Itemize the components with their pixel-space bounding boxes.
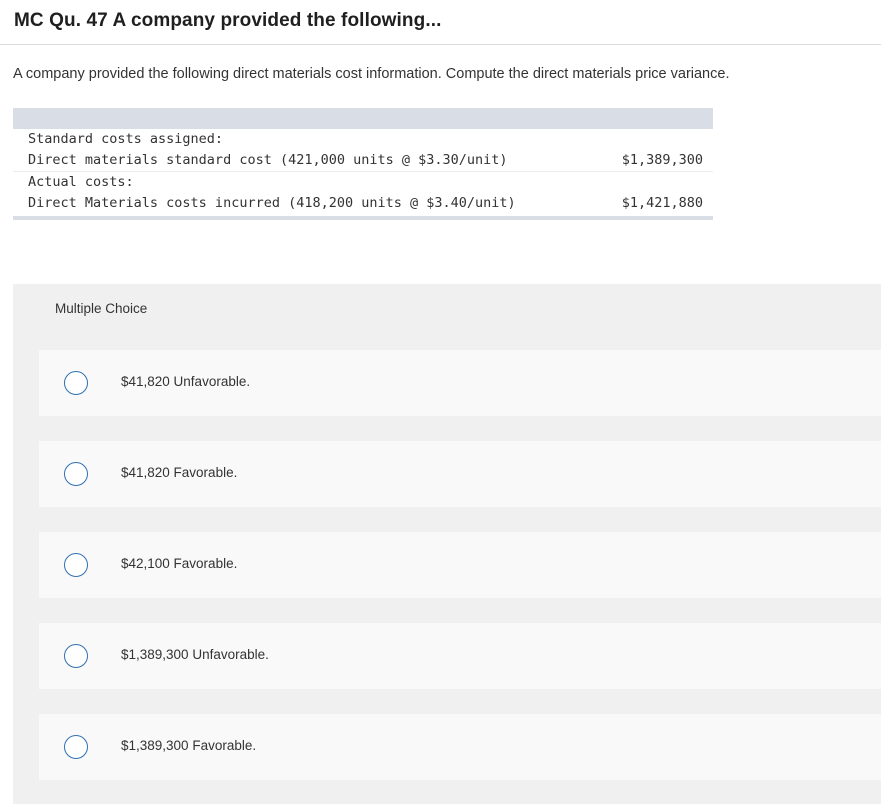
choice-label: $1,389,300 Favorable. [121,738,257,753]
choice-label: $41,820 Favorable. [121,465,238,480]
radio-button[interactable] [64,462,88,486]
question-title: MC Qu. 47 A company provided the followi… [14,10,442,31]
radio-button[interactable] [64,644,88,668]
choice-label: $41,820 Unfavorable. [121,374,251,389]
multiple-choice-header: Multiple Choice [55,301,148,316]
question-text: A company provided the following direct … [13,66,730,82]
radio-button[interactable] [64,553,88,577]
radio-button[interactable] [64,735,88,759]
row-label: Standard costs assigned: [28,131,224,147]
question-page: MC Qu. 47 A company provided the followi… [0,0,881,804]
choice-option-3[interactable]: $42,100 Favorable. [39,532,881,598]
choice-option-4[interactable]: $1,389,300 Unfavorable. [39,623,881,689]
choice-label: $42,100 Favorable. [121,556,238,571]
row-label: Actual costs: [28,174,134,190]
cost-information-table: Standard costs assigned: Direct material… [13,108,713,220]
row-amount: $1,389,300 [621,152,703,168]
table-row: Direct materials standard cost (421,000 … [13,150,713,172]
row-label: Direct Materials costs incurred (418,200… [28,195,516,211]
row-label: Direct materials standard cost (421,000 … [28,152,508,168]
table-row: Direct Materials costs incurred (418,200… [13,193,713,214]
choice-option-5[interactable]: $1,389,300 Favorable. [39,714,881,780]
choice-label: $1,389,300 Unfavorable. [121,647,269,662]
multiple-choice-panel: Multiple Choice $41,820 Unfavorable. $41… [13,284,881,804]
radio-button[interactable] [64,371,88,395]
row-amount: $1,421,880 [621,195,703,211]
choice-option-2[interactable]: $41,820 Favorable. [39,441,881,507]
table-row: Standard costs assigned: [13,129,713,150]
table-footer-band [13,216,713,220]
title-divider [0,44,881,45]
choice-option-1[interactable]: $41,820 Unfavorable. [39,350,881,416]
table-header-band [13,108,713,129]
table-row: Actual costs: [13,172,713,193]
